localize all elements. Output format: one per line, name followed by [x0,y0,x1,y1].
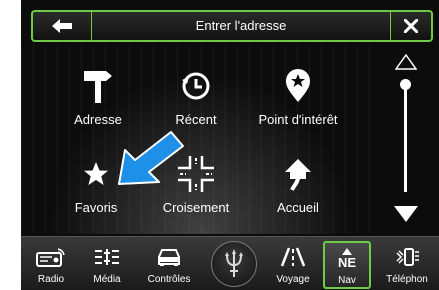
poi-pin-icon [286,69,310,102]
menu-item-home[interactable]: Accueil [243,152,353,232]
bottom-item-voyage[interactable]: Voyage [269,237,317,290]
road-icon [280,247,306,267]
car-icon [158,249,180,266]
bottom-item-phone[interactable]: Téléphon [383,237,431,290]
bottom-item-label: Contrôles [147,274,191,285]
bottom-item-label: Nav [338,275,356,286]
title-bar: Entrer l'adresse [31,10,433,42]
bottom-item-media[interactable]: Média [83,237,131,290]
star-icon [84,162,108,185]
bottom-navigation-bar: Radio Média Contrôles Voyage NE Nav Télé… [21,236,439,290]
scroll-track[interactable] [404,82,407,192]
bottom-item-label: Média [93,274,121,285]
bottom-item-controls[interactable]: Contrôles [145,237,193,290]
bottom-item-radio[interactable]: Radio [27,237,75,290]
recent-clock-icon [182,72,210,100]
menu-item-label: Point d'intérêt [258,112,338,127]
scroll-up-button[interactable] [395,54,417,70]
close-icon [404,19,418,33]
callout-arrow-icon [118,131,184,185]
phone-icon [396,248,419,266]
media-icon [95,249,119,265]
bottom-item-label: Téléphon [386,274,428,285]
signpost-icon [84,71,112,103]
menu-item-label: Accueil [277,200,319,215]
menu-item-poi[interactable]: Point d'intérêt [243,64,353,144]
bottom-item-nav[interactable]: NE Nav [323,241,371,289]
close-button[interactable] [391,12,431,40]
back-arrow-icon [52,19,72,33]
compass-heading: NE [337,255,357,270]
page-title: Entrer l'adresse [195,18,287,33]
back-button[interactable] [33,12,91,40]
home-arrow-icon [285,159,311,191]
bottom-item-label: Voyage [276,274,310,285]
head-unit-screen: Entrer l'adresse Adresse Récent Point d'… [21,0,439,290]
radio-icon [36,248,65,267]
scroll-down-button[interactable] [393,205,419,223]
left-margin [0,0,21,290]
trident-logo-icon [225,249,243,277]
compass-icon [342,248,352,255]
bottom-item-label: Radio [37,274,65,285]
scroll-thumb[interactable] [400,79,411,90]
brand-logo-button[interactable] [211,241,257,287]
